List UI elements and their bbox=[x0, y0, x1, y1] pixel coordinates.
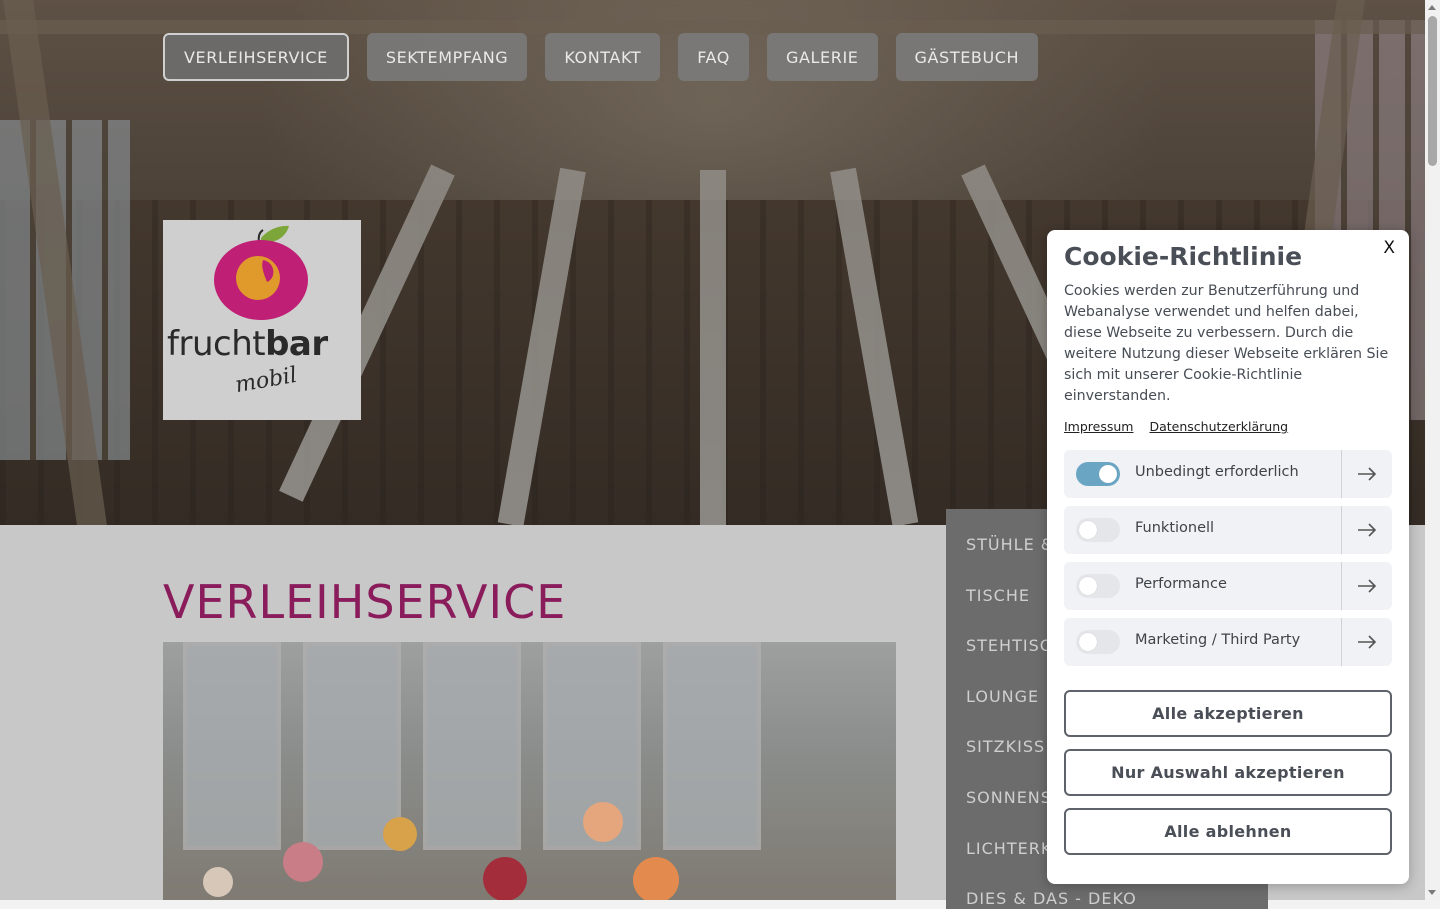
arrow-right-icon[interactable] bbox=[1341, 450, 1392, 498]
scroll-up-icon[interactable] bbox=[1428, 5, 1436, 10]
side-menu-item[interactable]: STEHTISC bbox=[966, 636, 1052, 655]
nav-item-verleihservice[interactable]: VERLEIHSERVICE bbox=[163, 33, 349, 81]
cookie-title: Cookie-Richtlinie bbox=[1064, 242, 1303, 271]
nav-item-sektempfang[interactable]: SEKTEMPFANG bbox=[366, 33, 528, 81]
side-menu-item[interactable]: TISCHE bbox=[966, 586, 1030, 605]
nav-item-galerie[interactable]: GALERIE bbox=[767, 33, 878, 81]
image-flower bbox=[483, 857, 527, 900]
category-label: Marketing / Third Party bbox=[1135, 632, 1301, 648]
main-image bbox=[163, 642, 896, 900]
category-label: Performance bbox=[1135, 576, 1227, 592]
image-window bbox=[303, 642, 401, 850]
toggle-knob bbox=[1099, 465, 1117, 483]
image-window bbox=[183, 642, 281, 850]
side-menu-item[interactable]: STÜHLE & bbox=[966, 535, 1054, 554]
cookie-category-functional: Funktionell bbox=[1064, 506, 1392, 554]
cookie-category-necessary: Unbedingt erforderlich bbox=[1064, 450, 1392, 498]
image-flower bbox=[203, 867, 233, 897]
datenschutz-link[interactable]: Datenschutzerklärung bbox=[1149, 419, 1288, 434]
category-label: Unbedingt erforderlich bbox=[1135, 464, 1299, 480]
side-menu-item[interactable]: LICHTERK bbox=[966, 839, 1052, 858]
arrow-right-icon[interactable] bbox=[1341, 618, 1392, 666]
close-icon[interactable]: X bbox=[1383, 238, 1395, 258]
cookie-dialog: Cookie-Richtlinie X Cookies werden zur B… bbox=[1047, 230, 1409, 884]
logo-word-bold: bar bbox=[265, 324, 328, 364]
image-flower bbox=[383, 817, 417, 851]
image-flower bbox=[583, 802, 623, 842]
fruit-logo-icon bbox=[214, 225, 308, 320]
cookie-links: Impressum Datenschutzerklärung bbox=[1064, 419, 1300, 434]
arrow-right-icon[interactable] bbox=[1341, 506, 1392, 554]
logo-wordmark: fruchtbar bbox=[167, 324, 328, 364]
side-menu-item[interactable]: SONNENS bbox=[966, 788, 1052, 807]
nav-item-gaestebuch[interactable]: GÄSTEBUCH bbox=[895, 33, 1039, 81]
image-flower bbox=[283, 842, 323, 882]
arrow-right-icon[interactable] bbox=[1341, 562, 1392, 610]
image-window bbox=[663, 642, 761, 850]
accept-selection-button[interactable]: Nur Auswahl akzeptieren bbox=[1064, 749, 1392, 796]
nav-item-kontakt[interactable]: KONTAKT bbox=[545, 33, 661, 81]
accept-all-button[interactable]: Alle akzeptieren bbox=[1064, 690, 1392, 737]
toggle-knob bbox=[1079, 577, 1097, 595]
side-menu-item[interactable]: SITZKISS bbox=[966, 737, 1045, 756]
main-nav: VERLEIHSERVICE SEKTEMPFANG KONTAKT FAQ G… bbox=[163, 33, 1039, 81]
cookie-category-performance: Performance bbox=[1064, 562, 1392, 610]
toggle-performance[interactable] bbox=[1076, 574, 1120, 598]
toggle-knob bbox=[1079, 521, 1097, 539]
site-logo[interactable]: fruchtbar mobil bbox=[163, 220, 361, 420]
logo-subtitle: mobil bbox=[233, 362, 299, 399]
nav-item-faq[interactable]: FAQ bbox=[678, 33, 749, 81]
page-scrollbar[interactable] bbox=[1425, 0, 1440, 900]
cookie-category-marketing: Marketing / Third Party bbox=[1064, 618, 1392, 666]
impressum-link[interactable]: Impressum bbox=[1064, 419, 1133, 434]
logo-word-light: frucht bbox=[167, 324, 266, 364]
toggle-functional[interactable] bbox=[1076, 518, 1120, 542]
scroll-down-icon[interactable] bbox=[1428, 890, 1436, 895]
side-menu-item[interactable]: LOUNGE bbox=[966, 687, 1039, 706]
reject-all-button[interactable]: Alle ablehnen bbox=[1064, 808, 1392, 855]
category-label: Funktionell bbox=[1135, 520, 1215, 536]
toggle-knob bbox=[1079, 633, 1097, 651]
image-window bbox=[423, 642, 521, 850]
side-menu-item[interactable]: DIES & DAS - DEKO bbox=[966, 889, 1137, 908]
toggle-necessary[interactable] bbox=[1076, 462, 1120, 486]
page-title: VERLEIHSERVICE bbox=[163, 575, 567, 629]
image-flower bbox=[633, 857, 679, 900]
scrollbar-thumb[interactable] bbox=[1428, 16, 1437, 166]
cookie-description: Cookies werden zur Benutzerführung und W… bbox=[1064, 283, 1389, 404]
toggle-marketing[interactable] bbox=[1076, 630, 1120, 654]
